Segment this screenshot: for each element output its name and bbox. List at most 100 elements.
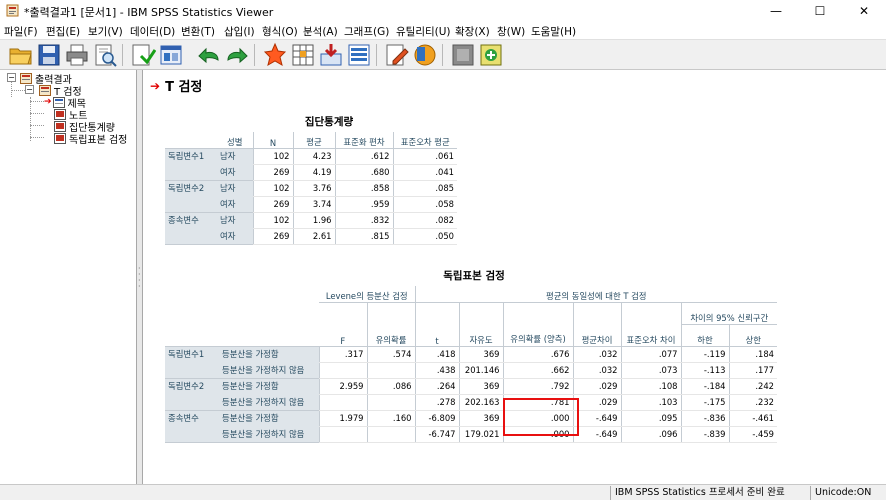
row-label: 등분산을 가정함 [219,377,319,394]
insert-output-icon[interactable] [412,42,438,68]
open-icon[interactable] [8,42,34,68]
menu-bar: 파일(F) 편집(E) 보기(V) 데이터(D) 변환(T) 삽입(I) 형식(… [0,22,886,40]
pane-splitter[interactable]: · · · · [137,70,143,484]
save-icon[interactable] [36,42,62,68]
goto-data-icon[interactable] [262,42,288,68]
collapse-toggle[interactable]: − [7,73,16,82]
page-title: T 검정 [165,80,203,95]
outline-item-indep-test[interactable]: 독립표본 검정 [54,132,127,146]
table-cell: 102 [252,148,293,165]
table-cell: -.649 [572,426,621,443]
table-cell: .815 [334,228,393,245]
menu-analyze[interactable]: 분석(A) [303,24,338,39]
unicode-status: Unicode:ON [810,486,886,500]
table-cell: .050 [392,228,457,245]
table-item-icon [54,132,66,144]
menu-window[interactable]: 창(W) [497,24,525,39]
menu-format[interactable]: 형식(O) [262,24,298,39]
table-cell: .242 [728,378,777,395]
significance-highlight-box [503,398,579,436]
column-header: 평균차이 [572,302,621,346]
content-pane: ➔ T 검정 집단통계량 성별 N 평균 표준화 편차 표준오차 평균 독립변수… [144,70,886,484]
table-cell: 201.146 [458,362,503,379]
table-cell: .058 [392,196,457,213]
designate-window-icon[interactable] [384,42,410,68]
menu-file[interactable]: 파일(F) [4,24,38,39]
variables-icon[interactable] [346,42,372,68]
menu-transform[interactable]: 변환(T) [181,24,215,39]
table-cell: .264 [414,378,459,395]
column-header: 유의확률 (양측) [502,302,573,346]
output-heading[interactable]: ➔ T 검정 [150,76,203,96]
goto-case-icon[interactable] [290,42,316,68]
status-bar: IBM SPSS Statistics 프로세서 준비 완료 Unicode:O… [0,484,886,500]
table-cell [318,394,367,411]
table-cell [318,362,367,379]
table-cell [366,426,415,443]
column-header: 평균 [292,132,335,148]
indep-test-table[interactable]: Levene의 등분산 검정 평균의 동일성에 대한 T 검정 F 유의확률 t… [165,286,777,443]
maximize-button[interactable]: ☐ [798,0,842,22]
table-item-icon [54,120,66,132]
row-label: 남자 [217,147,253,164]
table-row: 독립변수1 등분산을 가정함 .317 .574 .418 369 .676 .… [165,345,777,363]
export-icon[interactable] [130,42,156,68]
print-preview-icon[interactable] [92,42,118,68]
table-cell: 1.96 [292,212,335,229]
goto-variable-icon[interactable] [318,42,344,68]
table-cell: .662 [502,362,573,379]
table-cell: 2.959 [318,378,367,395]
toolbar-separator [122,44,123,66]
table-cell: .184 [728,346,777,363]
table-cell [318,426,367,443]
row-label: 등분산을 가정함 [219,345,319,362]
table-cell: 269 [252,228,293,245]
table-cell: .317 [318,346,367,363]
row-label [165,362,219,378]
table-cell: .086 [366,378,415,395]
table-row: 등분산을 가정하지 않음 .438 201.146 .662 .032 .073… [165,362,777,379]
recall-dialog-icon[interactable] [158,42,184,68]
table-cell: 102 [252,180,293,197]
levene-header: Levene의 등분산 검정 [319,286,415,303]
table-cell: 369 [458,378,503,395]
table-cell: .438 [414,362,459,379]
minimize-button[interactable]: — [754,0,798,22]
menu-insert[interactable]: 삽입(I) [224,24,255,39]
table-cell: .029 [572,394,621,411]
menu-edit[interactable]: 편집(E) [46,24,80,39]
row-label: 종속변수 [165,409,219,426]
menu-view[interactable]: 보기(V) [88,24,123,39]
menu-help[interactable]: 도움말(H) [531,24,576,39]
table-cell: 369 [458,346,503,363]
new-item-icon[interactable] [478,42,504,68]
menu-graphs[interactable]: 그래프(G) [344,24,389,39]
table-cell: .095 [620,410,681,427]
toolbar [0,40,886,70]
print-icon[interactable] [64,42,90,68]
close-button[interactable]: ✕ [842,0,886,22]
table-cell: .858 [334,180,393,197]
table-cell: 3.76 [292,180,335,197]
column-header: t [414,302,459,346]
undo-icon[interactable] [196,42,222,68]
table-row: 독립변수2 등분산을 가정함 2.959 .086 .264 369 .792 … [165,377,777,395]
column-header: 상한 [728,324,777,346]
menu-utilities[interactable]: 유틸리티(U) [396,24,451,39]
table-cell: -.839 [680,426,729,443]
table-cell: .792 [502,378,573,395]
redo-icon[interactable] [224,42,250,68]
table-cell: .085 [392,180,457,197]
row-label: 독립변수2 [165,377,219,394]
menu-data[interactable]: 데이터(D) [130,24,175,39]
column-header: F [340,335,346,346]
collapse-toggle[interactable]: − [25,85,34,94]
promote-icon[interactable] [450,42,476,68]
row-label [165,196,217,212]
menu-extensions[interactable]: 확장(X) [455,24,490,39]
table-cell: .160 [366,410,415,427]
table-cell: 202.163 [458,394,503,411]
group-stats-table[interactable]: 성별 N 평균 표준화 편차 표준오차 평균 독립변수1 남자 102 4.23… [165,132,457,245]
table-cell [366,362,415,379]
table-header-row: Levene의 등분산 검정 평균의 동일성에 대한 T 검정 [165,286,777,303]
